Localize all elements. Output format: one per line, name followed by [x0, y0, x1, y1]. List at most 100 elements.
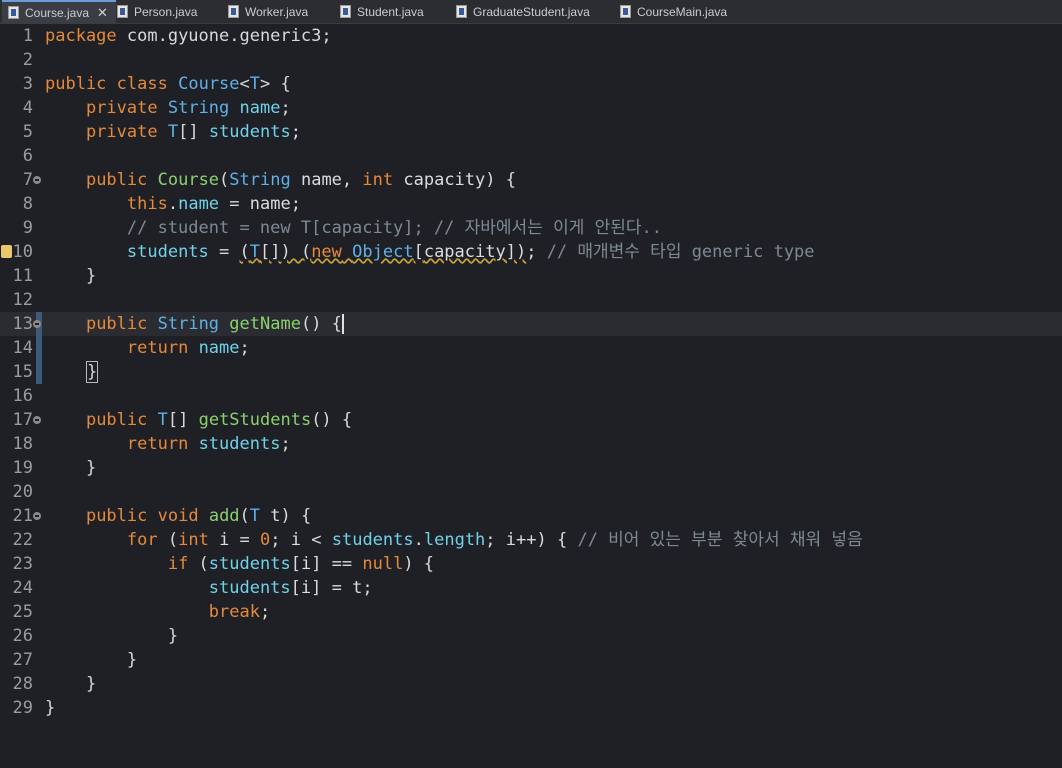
- code-text: this.name = name;: [126, 194, 301, 214]
- code-line[interactable]: 8 this.name = name;: [0, 192, 1062, 216]
- line-number: 21: [12, 506, 33, 526]
- code-line[interactable]: 4 private String name;: [0, 96, 1062, 120]
- code-text: public T[] getStudents() {: [85, 410, 353, 430]
- code-text: }: [45, 698, 56, 718]
- tab-graduatestudent-java[interactable]: GraduateStudent.java: [456, 0, 590, 23]
- line-number: 4: [22, 98, 33, 118]
- code-text: public void add(T t) {: [85, 506, 312, 526]
- code-line[interactable]: 29 }: [0, 696, 1062, 720]
- code-text: public String getName() {: [85, 314, 344, 334]
- code-line[interactable]: 28 }: [0, 672, 1062, 696]
- code-line-current[interactable]: 13 public String getName() {: [0, 312, 1062, 336]
- code-text: break;: [208, 602, 271, 622]
- code-line[interactable]: 7 public Course(String name, int capacit…: [0, 168, 1062, 192]
- code-line[interactable]: 9 // student = new T[capacity]; // 자바에서는…: [0, 216, 1062, 240]
- code-line[interactable]: 19 }: [0, 456, 1062, 480]
- tab-course-java[interactable]: Course.java ✕: [2, 0, 116, 23]
- fold-collapse-icon[interactable]: [33, 176, 41, 184]
- java-file-icon: [228, 5, 239, 18]
- code-line[interactable]: 26 }: [0, 624, 1062, 648]
- line-number: 22: [12, 530, 33, 550]
- code-line[interactable]: 17 public T[] getStudents() {: [0, 408, 1062, 432]
- tab-label: Worker.java: [245, 4, 309, 19]
- line-number: 7: [22, 170, 33, 190]
- line-number: 27: [12, 650, 33, 670]
- line-number: 5: [22, 122, 33, 142]
- code-text: students = (T[]) (new Object[capacity]);…: [126, 242, 815, 262]
- tab-label: Person.java: [134, 4, 198, 19]
- code-line[interactable]: 15 }: [0, 360, 1062, 384]
- code-line[interactable]: 10 students = (T[]) (new Object[capacity…: [0, 240, 1062, 264]
- line-number: 6: [22, 146, 33, 166]
- code-line[interactable]: 25 break;: [0, 600, 1062, 624]
- line-number: 23: [12, 554, 33, 574]
- line-number: 11: [12, 266, 33, 286]
- occurrence-marker: [36, 336, 42, 360]
- java-file-icon: [117, 5, 128, 18]
- code-text: package com.gyuone.generic3;: [45, 26, 332, 46]
- code-line[interactable]: 11 }: [0, 264, 1062, 288]
- fold-collapse-icon[interactable]: [33, 416, 41, 424]
- code-line[interactable]: 12: [0, 288, 1062, 312]
- code-line[interactable]: 23 if (students[i] == null) {: [0, 552, 1062, 576]
- line-number: 1: [22, 26, 33, 46]
- line-number: 15: [12, 362, 33, 382]
- code-line[interactable]: 14 return name;: [0, 336, 1062, 360]
- tab-coursemain-java[interactable]: CourseMain.java: [620, 0, 727, 23]
- java-file-icon: [456, 5, 467, 18]
- code-text: }: [45, 626, 179, 646]
- code-text: }: [45, 650, 138, 670]
- comment-text: // student = new T[capacity]; // 자바에서는 이…: [45, 218, 662, 238]
- line-number: 3: [22, 74, 33, 94]
- code-line[interactable]: 2: [0, 48, 1062, 72]
- code-text: for (int i = 0; i < students.length; i++…: [126, 530, 863, 550]
- tab-label: Course.java: [25, 5, 90, 20]
- code-text: students[i] = t;: [208, 578, 373, 598]
- java-file-icon: [8, 6, 19, 19]
- code-text: }: [85, 361, 99, 383]
- fold-collapse-icon[interactable]: [33, 320, 41, 328]
- code-line[interactable]: 18 return students;: [0, 432, 1062, 456]
- code-line[interactable]: 16: [0, 384, 1062, 408]
- code-text: }: [45, 674, 97, 694]
- code-text: }: [45, 458, 97, 478]
- java-file-icon: [340, 5, 351, 18]
- line-number: 26: [12, 626, 33, 646]
- code-line[interactable]: 5 private T[] students;: [0, 120, 1062, 144]
- fold-collapse-icon[interactable]: [33, 512, 41, 520]
- code-editor[interactable]: 1 package com.gyuone.generic3; 2 3 publi…: [0, 24, 1062, 768]
- code-text: private T[] students;: [85, 122, 301, 142]
- tab-worker-java[interactable]: Worker.java: [228, 0, 308, 23]
- code-line[interactable]: 6: [0, 144, 1062, 168]
- code-text: public class Course<T> {: [45, 74, 291, 94]
- code-text: return students;: [126, 434, 291, 454]
- java-file-icon: [620, 5, 631, 18]
- tab-student-java[interactable]: Student.java: [340, 0, 424, 23]
- line-number: 29: [12, 698, 33, 718]
- line-number: 16: [12, 386, 33, 406]
- tab-person-java[interactable]: Person.java: [117, 0, 197, 23]
- code-text: public Course(String name, int capacity)…: [85, 170, 516, 190]
- close-icon[interactable]: ✕: [97, 5, 108, 21]
- code-line[interactable]: 1 package com.gyuone.generic3;: [0, 24, 1062, 48]
- code-line[interactable]: 24 students[i] = t;: [0, 576, 1062, 600]
- code-line[interactable]: 3 public class Course<T> {: [0, 72, 1062, 96]
- line-number: 24: [12, 578, 33, 598]
- code-line[interactable]: 20: [0, 480, 1062, 504]
- code-text: return name;: [126, 338, 250, 358]
- code-line[interactable]: 27 }: [0, 648, 1062, 672]
- line-number: 10: [12, 242, 33, 262]
- line-number: 18: [12, 434, 33, 454]
- code-line[interactable]: 22 for (int i = 0; i < students.length; …: [0, 528, 1062, 552]
- code-text: }: [45, 266, 97, 286]
- line-number: 9: [22, 218, 33, 238]
- code-text: private String name;: [85, 98, 291, 118]
- line-number: 25: [12, 602, 33, 622]
- line-number: 14: [12, 338, 33, 358]
- code-line[interactable]: 21 public void add(T t) {: [0, 504, 1062, 528]
- occurrence-marker: [36, 360, 42, 384]
- line-number: 8: [22, 194, 33, 214]
- line-number: 19: [12, 458, 33, 478]
- line-number: 17: [12, 410, 33, 430]
- line-number: 2: [22, 50, 33, 70]
